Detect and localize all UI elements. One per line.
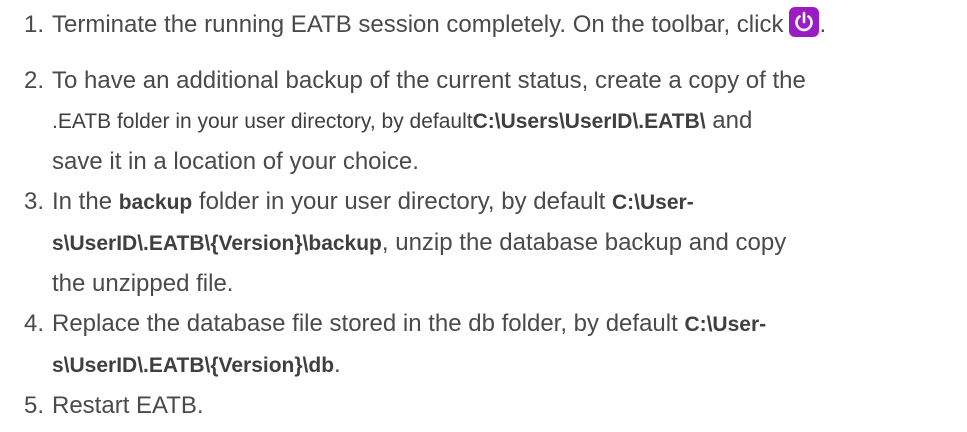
step-number: 3.: [24, 188, 45, 215]
step-4: 4. Replace the database file stored in t…: [0, 304, 967, 386]
step-text: Restart EATB.: [52, 392, 204, 419]
step-line: In the backup folder in your user direct…: [52, 188, 694, 215]
step-line: s\UserID\.EATB\{Version}\backup, unzip t…: [52, 229, 787, 256]
step-line: Replace the database file stored in the …: [52, 310, 767, 337]
path-code: C:\User-: [612, 191, 694, 214]
step-number: 2.: [24, 67, 45, 94]
path-code: C:\User-: [684, 313, 767, 336]
power-icon: [789, 7, 820, 37]
step-number: 4.: [24, 310, 45, 337]
step-line: the unzipped file.: [52, 270, 234, 297]
step-line: To have an additional backup of the curr…: [52, 67, 806, 94]
step-number: 1.: [24, 11, 45, 38]
step-1: 1. Terminate the running EATB session co…: [0, 5, 967, 45]
step-number: 5.: [24, 392, 45, 419]
step-3: 3. In the backup folder in your user dir…: [0, 182, 967, 304]
step-line: s\UserID\.EATB\{Version}\db.: [52, 351, 341, 378]
path-code: s\UserID\.EATB\{Version}\db: [52, 354, 335, 377]
step-2: 2. To have an additional backup of the c…: [0, 61, 967, 182]
step-5: 5. Restart EATB.: [0, 386, 967, 426]
step-text: Terminate the running EATB session compl…: [52, 11, 784, 38]
folder-name: .EATB folder in your user directory, by …: [52, 110, 473, 133]
path-code: s\UserID\.EATB\{Version}\backup: [52, 232, 382, 255]
step-line: .EATB folder in your user directory, by …: [52, 107, 753, 134]
path-code: C:\Users\UserID\.EATB\: [472, 110, 706, 133]
step-line: save it in a location of your choice.: [52, 148, 419, 175]
folder-code: backup: [118, 191, 193, 214]
step-text-end: .: [819, 11, 827, 38]
